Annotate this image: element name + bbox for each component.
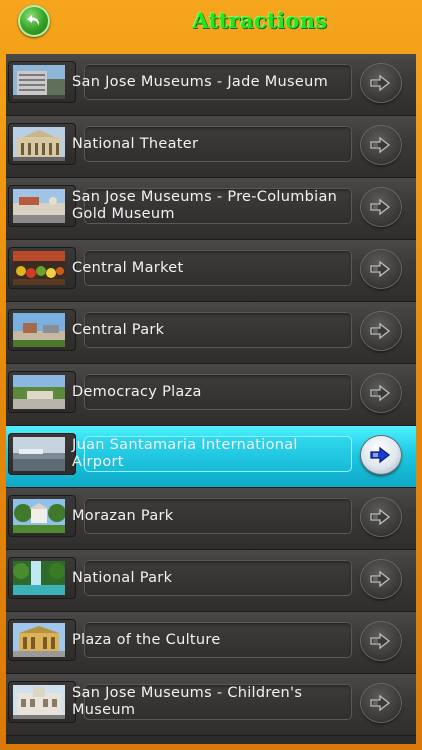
list-item[interactable]: San Jose Museums - Children's Museum xyxy=(6,674,416,736)
open-detail-button[interactable] xyxy=(361,126,401,164)
open-detail-button[interactable] xyxy=(361,498,401,536)
thumbnail-frame xyxy=(8,309,76,351)
list-item[interactable]: Central Market xyxy=(6,240,416,302)
list-item[interactable]: Morazan Park xyxy=(6,488,416,550)
back-arrow-icon xyxy=(27,15,39,26)
open-detail-button[interactable] xyxy=(361,436,401,474)
page-title: Attractions xyxy=(192,8,328,33)
app-frame: Attractions San Jose Museums - Jade Muse… xyxy=(0,0,422,750)
attraction-photo xyxy=(13,127,65,161)
arrow-right-icon xyxy=(370,570,391,588)
attraction-name: San Jose Museums - Pre-Columbian Gold Mu… xyxy=(72,189,338,222)
attraction-photo xyxy=(13,437,65,471)
arrow-right-icon xyxy=(370,198,391,216)
open-detail-button[interactable] xyxy=(361,188,401,226)
attraction-name: Central Park xyxy=(72,321,165,338)
list-item[interactable]: National Theater xyxy=(6,116,416,178)
thumbnail-frame xyxy=(8,247,76,289)
attraction-photo xyxy=(13,499,65,533)
attraction-name: National Theater xyxy=(72,135,199,152)
thumbnail-frame xyxy=(8,123,76,165)
thumbnail-frame xyxy=(8,433,76,475)
arrow-right-icon xyxy=(370,446,391,464)
attraction-name: San Jose Museums - Children's Museum xyxy=(72,685,303,718)
list-item[interactable]: San Jose Museums - Pre-Columbian Gold Mu… xyxy=(6,178,416,240)
attraction-name: San Jose Museums - Jade Museum xyxy=(72,73,329,90)
header-bar: Attractions xyxy=(0,0,422,44)
attraction-name: Plaza of the Culture xyxy=(72,631,221,648)
thumbnail-frame xyxy=(8,619,76,661)
open-detail-button[interactable] xyxy=(361,374,401,412)
open-detail-button[interactable] xyxy=(361,64,401,102)
attraction-photo xyxy=(13,623,65,657)
arrow-right-icon xyxy=(370,508,391,526)
thumbnail-frame xyxy=(8,371,76,413)
arrow-right-icon xyxy=(370,136,391,154)
attraction-name: Juan Santamaria International Airport xyxy=(72,437,298,470)
attraction-photo xyxy=(13,313,65,347)
open-detail-button[interactable] xyxy=(361,250,401,288)
arrow-right-icon xyxy=(370,384,391,402)
attraction-name: Morazan Park xyxy=(72,507,174,524)
open-detail-button[interactable] xyxy=(361,312,401,350)
open-detail-button[interactable] xyxy=(361,560,401,598)
attraction-name: Central Market xyxy=(72,259,184,276)
list-item[interactable]: Juan Santamaria International Airport xyxy=(6,426,416,488)
thumbnail-frame xyxy=(8,495,76,537)
attraction-photo xyxy=(13,189,65,223)
attraction-photo xyxy=(13,375,65,409)
thumbnail-frame xyxy=(8,681,76,723)
thumbnail-frame xyxy=(8,61,76,103)
arrow-right-icon xyxy=(370,260,391,278)
list-item[interactable]: San Jose Museums - Jade Museum xyxy=(6,54,416,116)
attraction-name: Democracy Plaza xyxy=(72,383,202,400)
arrow-right-icon xyxy=(370,74,391,92)
list-item[interactable]: Democracy Plaza xyxy=(6,364,416,426)
arrow-right-icon xyxy=(370,694,391,712)
open-detail-button[interactable] xyxy=(361,622,401,660)
attraction-photo xyxy=(13,251,65,285)
list-item[interactable]: National Park xyxy=(6,550,416,612)
list-item[interactable]: Central Park xyxy=(6,302,416,364)
arrow-right-icon xyxy=(370,632,391,650)
attraction-photo xyxy=(13,65,65,99)
attraction-photo xyxy=(13,685,65,719)
list-item[interactable]: Plaza of the Culture xyxy=(6,612,416,674)
attraction-photo xyxy=(13,561,65,595)
thumbnail-frame xyxy=(8,185,76,227)
arrow-right-icon xyxy=(370,322,391,340)
attraction-name: National Park xyxy=(72,569,173,586)
attractions-list[interactable]: San Jose Museums - Jade Museum National T… xyxy=(6,54,416,744)
open-detail-button[interactable] xyxy=(361,684,401,722)
thumbnail-frame xyxy=(8,557,76,599)
back-button[interactable] xyxy=(18,5,50,37)
